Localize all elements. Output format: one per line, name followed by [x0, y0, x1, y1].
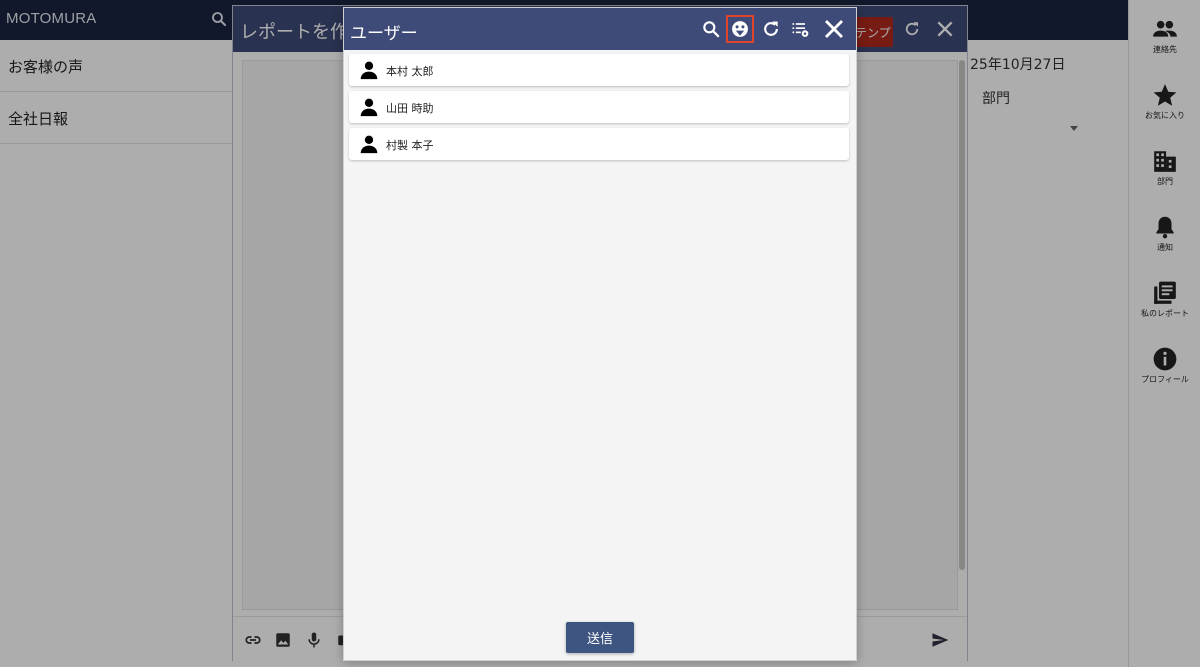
user-list-item[interactable]: 山田 時助 [349, 91, 849, 123]
person-icon [359, 60, 379, 80]
user-name: 山田 時助 [386, 102, 434, 115]
search-icon[interactable] [701, 19, 721, 39]
send-button[interactable]: 送信 [566, 622, 634, 653]
user-list-item[interactable]: 本村 太郎 [349, 54, 849, 86]
user-list: 本村 太郎 山田 時助 村製 本子 [349, 54, 849, 165]
user-list-item[interactable]: 村製 本子 [349, 128, 849, 160]
refresh-icon[interactable] [761, 19, 781, 39]
user-modal-header: ユーザー [344, 8, 856, 50]
user-modal-title: ユーザー [350, 24, 418, 44]
close-icon[interactable] [822, 17, 846, 41]
user-select-modal: ユーザー 本村 太郎 山田 時助 村製 本子 送信 [343, 7, 857, 661]
person-icon [359, 134, 379, 154]
user-name: 村製 本子 [386, 139, 434, 152]
user-name: 本村 太郎 [386, 65, 434, 78]
list-settings-icon[interactable] [790, 19, 810, 39]
face-filter-icon[interactable] [726, 15, 754, 43]
person-icon [359, 97, 379, 117]
